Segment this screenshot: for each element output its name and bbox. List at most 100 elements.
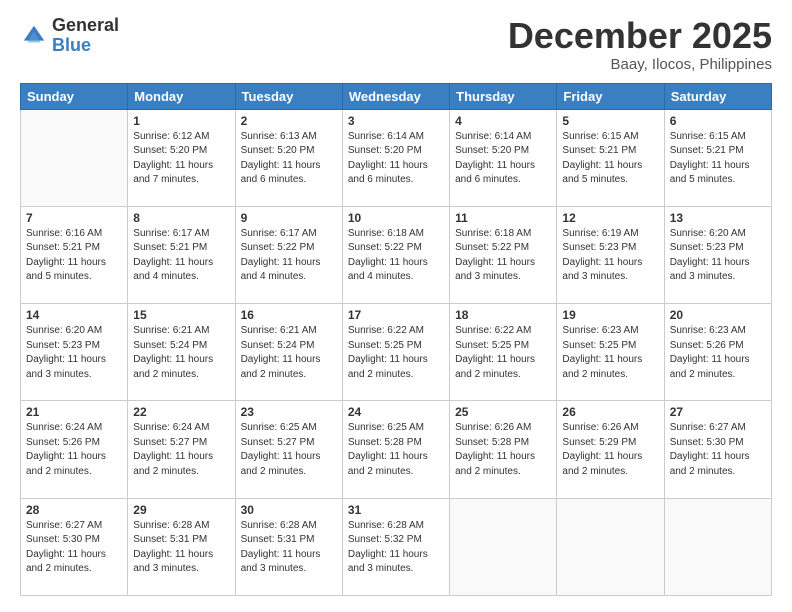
day-number: 12: [562, 211, 658, 225]
calendar-cell: 4Sunrise: 6:14 AM Sunset: 5:20 PM Daylig…: [450, 109, 557, 206]
calendar-cell: 6 Sunrise: 6:15 AM Sunset: 5:21 PM Daylig…: [664, 109, 771, 206]
calendar-week-1: 1 Sunrise: 6:12 AM Sunset: 5:20 PM Daylig…: [21, 109, 772, 206]
calendar-cell: 17Sunrise: 6:22 AM Sunset: 5:25 PM Dayli…: [342, 304, 449, 401]
day-info: Sunrise: 6:17 AM Sunset: 5:22 PM Dayligh…: [241, 227, 337, 285]
calendar-cell: 26 Sunrise: 6:26 AM Sunset: 5:29 PM Dayli…: [557, 401, 664, 498]
calendar-cell: 9 Sunrise: 6:17 AM Sunset: 5:22 PM Daylig…: [235, 206, 342, 303]
calendar-header-monday: Monday: [128, 83, 235, 109]
logo-text: General Blue: [52, 16, 119, 56]
calendar-cell: [664, 498, 771, 595]
calendar-cell: 30 Sunrise: 6:28 AM Sunset: 5:31 PM Dayli…: [235, 498, 342, 595]
day-info: Sunrise: 6:13 AM Sunset: 5:20 PM Dayligh…: [241, 130, 337, 188]
calendar-header-thursday: Thursday: [450, 83, 557, 109]
day-info: Sunrise: 6:15 AM Sunset: 5:21 PM Dayligh…: [670, 130, 766, 188]
calendar-header-row: SundayMondayTuesdayWednesdayThursdayFrid…: [21, 83, 772, 109]
calendar-cell: 14 Sunrise: 6:20 AM Sunset: 5:23 PM Dayli…: [21, 304, 128, 401]
day-info: Sunrise: 6:17 AM Sunset: 5:21 PM Dayligh…: [133, 227, 229, 285]
calendar-week-3: 14 Sunrise: 6:20 AM Sunset: 5:23 PM Dayli…: [21, 304, 772, 401]
day-number: 31: [348, 503, 444, 517]
page: General Blue December 2025 Baay, Ilocos,…: [0, 0, 792, 612]
calendar-header-sunday: Sunday: [21, 83, 128, 109]
day-number: 30: [241, 503, 337, 517]
calendar-table: SundayMondayTuesdayWednesdayThursdayFrid…: [20, 83, 772, 596]
day-number: 8: [133, 211, 229, 225]
day-number: 2: [241, 114, 337, 128]
day-info: Sunrise: 6:28 AM Sunset: 5:31 PM Dayligh…: [133, 519, 229, 577]
day-number: 7: [26, 211, 122, 225]
day-info: Sunrise: 6:15 AM Sunset: 5:21 PM Dayligh…: [562, 130, 658, 188]
logo-blue-text: Blue: [52, 36, 119, 56]
day-number: 23: [241, 405, 337, 419]
day-number: 9: [241, 211, 337, 225]
day-number: 24: [348, 405, 444, 419]
day-info: Sunrise: 6:12 AM Sunset: 5:20 PM Dayligh…: [133, 130, 229, 188]
calendar-week-2: 7Sunrise: 6:16 AM Sunset: 5:21 PM Daylig…: [21, 206, 772, 303]
day-number: 18: [455, 308, 551, 322]
calendar-cell: 10 Sunrise: 6:18 AM Sunset: 5:22 PM Dayli…: [342, 206, 449, 303]
day-number: 17: [348, 308, 444, 322]
day-number: 1: [133, 114, 229, 128]
logo-icon: [20, 22, 48, 50]
day-info: Sunrise: 6:27 AM Sunset: 5:30 PM Dayligh…: [670, 421, 766, 479]
calendar-cell: 12Sunrise: 6:19 AM Sunset: 5:23 PM Dayli…: [557, 206, 664, 303]
calendar-header-friday: Friday: [557, 83, 664, 109]
logo-general-text: General: [52, 16, 119, 36]
day-info: Sunrise: 6:23 AM Sunset: 5:25 PM Dayligh…: [562, 324, 658, 382]
calendar-cell: 20 Sunrise: 6:23 AM Sunset: 5:26 PM Dayli…: [664, 304, 771, 401]
day-info: Sunrise: 6:28 AM Sunset: 5:32 PM Dayligh…: [348, 519, 444, 577]
calendar-cell: [557, 498, 664, 595]
day-info: Sunrise: 6:18 AM Sunset: 5:22 PM Dayligh…: [455, 227, 551, 285]
day-info: Sunrise: 6:26 AM Sunset: 5:29 PM Dayligh…: [562, 421, 658, 479]
calendar-cell: 16 Sunrise: 6:21 AM Sunset: 5:24 PM Dayli…: [235, 304, 342, 401]
day-info: Sunrise: 6:20 AM Sunset: 5:23 PM Dayligh…: [26, 324, 122, 382]
calendar-cell: 7Sunrise: 6:16 AM Sunset: 5:21 PM Daylig…: [21, 206, 128, 303]
day-number: 20: [670, 308, 766, 322]
header: General Blue December 2025 Baay, Ilocos,…: [20, 16, 772, 73]
calendar-cell: [450, 498, 557, 595]
calendar-header-tuesday: Tuesday: [235, 83, 342, 109]
day-info: Sunrise: 6:28 AM Sunset: 5:31 PM Dayligh…: [241, 519, 337, 577]
day-info: Sunrise: 6:23 AM Sunset: 5:26 PM Dayligh…: [670, 324, 766, 382]
day-info: Sunrise: 6:14 AM Sunset: 5:20 PM Dayligh…: [455, 130, 551, 188]
day-info: Sunrise: 6:25 AM Sunset: 5:27 PM Dayligh…: [241, 421, 337, 479]
day-number: 19: [562, 308, 658, 322]
calendar-week-4: 21Sunrise: 6:24 AM Sunset: 5:26 PM Dayli…: [21, 401, 772, 498]
day-number: 25: [455, 405, 551, 419]
day-number: 10: [348, 211, 444, 225]
day-info: Sunrise: 6:22 AM Sunset: 5:25 PM Dayligh…: [455, 324, 551, 382]
day-info: Sunrise: 6:27 AM Sunset: 5:30 PM Dayligh…: [26, 519, 122, 577]
logo: General Blue: [20, 16, 119, 56]
calendar-cell: 22 Sunrise: 6:24 AM Sunset: 5:27 PM Dayli…: [128, 401, 235, 498]
day-info: Sunrise: 6:21 AM Sunset: 5:24 PM Dayligh…: [241, 324, 337, 382]
calendar-cell: 28 Sunrise: 6:27 AM Sunset: 5:30 PM Dayli…: [21, 498, 128, 595]
day-number: 28: [26, 503, 122, 517]
day-info: Sunrise: 6:25 AM Sunset: 5:28 PM Dayligh…: [348, 421, 444, 479]
calendar-cell: 24 Sunrise: 6:25 AM Sunset: 5:28 PM Dayli…: [342, 401, 449, 498]
calendar-cell: 29 Sunrise: 6:28 AM Sunset: 5:31 PM Dayli…: [128, 498, 235, 595]
calendar-header-wednesday: Wednesday: [342, 83, 449, 109]
day-info: Sunrise: 6:18 AM Sunset: 5:22 PM Dayligh…: [348, 227, 444, 285]
calendar-cell: [21, 109, 128, 206]
day-number: 15: [133, 308, 229, 322]
calendar-cell: 1 Sunrise: 6:12 AM Sunset: 5:20 PM Daylig…: [128, 109, 235, 206]
day-number: 22: [133, 405, 229, 419]
calendar-cell: 31 Sunrise: 6:28 AM Sunset: 5:32 PM Dayli…: [342, 498, 449, 595]
month-title: December 2025: [508, 16, 772, 56]
day-number: 6: [670, 114, 766, 128]
day-number: 16: [241, 308, 337, 322]
day-info: Sunrise: 6:24 AM Sunset: 5:27 PM Dayligh…: [133, 421, 229, 479]
calendar-cell: 11 Sunrise: 6:18 AM Sunset: 5:22 PM Dayli…: [450, 206, 557, 303]
day-number: 13: [670, 211, 766, 225]
day-number: 14: [26, 308, 122, 322]
calendar-cell: 19 Sunrise: 6:23 AM Sunset: 5:25 PM Dayli…: [557, 304, 664, 401]
day-number: 26: [562, 405, 658, 419]
calendar-cell: 18 Sunrise: 6:22 AM Sunset: 5:25 PM Dayli…: [450, 304, 557, 401]
calendar-cell: 25Sunrise: 6:26 AM Sunset: 5:28 PM Dayli…: [450, 401, 557, 498]
day-number: 11: [455, 211, 551, 225]
day-info: Sunrise: 6:24 AM Sunset: 5:26 PM Dayligh…: [26, 421, 122, 479]
day-number: 29: [133, 503, 229, 517]
calendar-cell: 5Sunrise: 6:15 AM Sunset: 5:21 PM Daylig…: [557, 109, 664, 206]
calendar-header-saturday: Saturday: [664, 83, 771, 109]
calendar-week-5: 28 Sunrise: 6:27 AM Sunset: 5:30 PM Dayli…: [21, 498, 772, 595]
calendar-cell: 8 Sunrise: 6:17 AM Sunset: 5:21 PM Daylig…: [128, 206, 235, 303]
